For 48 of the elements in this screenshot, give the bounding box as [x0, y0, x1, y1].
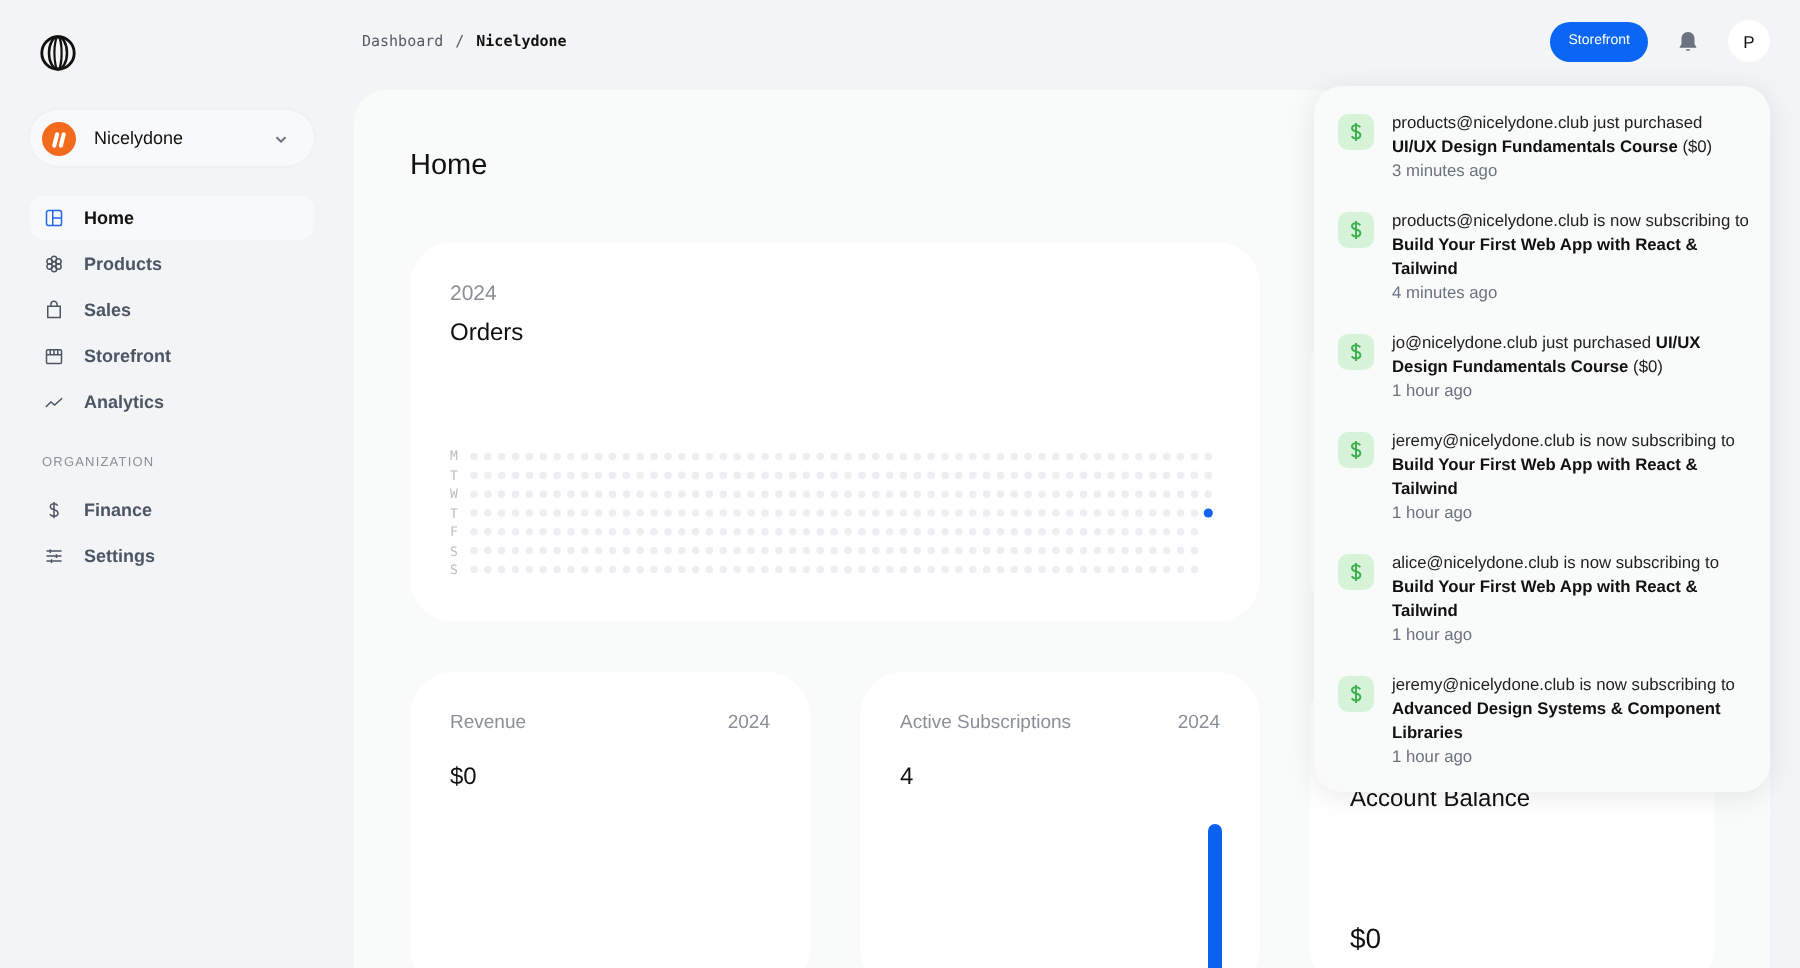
notification-text: jo@nicelydone.club just purchased UI/UX Design Fundamentals Course ($0)	[1392, 330, 1703, 378]
nav-item[interactable]: Products	[30, 242, 314, 286]
card-title: Active Subscriptions	[900, 712, 1072, 734]
nav-item[interactable]: Settings	[30, 534, 314, 578]
bar-drawing	[1208, 824, 1222, 968]
notification-time: 1 hour ago	[1392, 622, 1475, 646]
logo-icon	[40, 34, 76, 72]
notification-text: jeremy@nicelydone.club is now subscribing to Advanced Design Systems & Component Libraries	[1392, 672, 1737, 744]
notification-text: jeremy@nicelydone.club is now subscribing to Build Your First Web App with React & Tailwind	[1392, 428, 1737, 500]
card-year: 2024	[727, 712, 770, 734]
flower-icon	[44, 254, 64, 274]
notification-text: alice@nicelydone.club is now subscribing to Build Your First Web App with React & Tailwind	[1392, 550, 1722, 622]
notification-time: 3 minutes ago	[1392, 158, 1500, 182]
nav-item[interactable]: Analytics	[30, 380, 314, 424]
trend-line-icon	[44, 392, 64, 412]
card-title: Revenue	[450, 712, 527, 734]
bag-icon	[44, 300, 64, 320]
dollar-icon	[1338, 432, 1374, 468]
dollar-icon	[1338, 212, 1374, 248]
card-title: Orders	[450, 318, 526, 346]
nav-item[interactable]: Finance	[30, 488, 314, 532]
notification-time: 1 hour ago	[1392, 378, 1475, 402]
sliders-icon	[44, 546, 64, 566]
dollar-icon	[1338, 334, 1374, 370]
page-title: Home	[410, 150, 488, 182]
dollar-icon	[1338, 554, 1374, 590]
notification-time: 4 minutes ago	[1392, 280, 1500, 304]
layout-icon	[44, 208, 64, 228]
nav-item[interactable]: Storefront	[30, 334, 314, 378]
bell-icon[interactable]	[1676, 29, 1700, 53]
card-year: 2024	[450, 282, 499, 306]
store-icon	[44, 346, 64, 366]
notification-time: 1 hour ago	[1392, 744, 1475, 768]
card-value: 4	[900, 762, 916, 790]
card-value: $0	[1350, 922, 1384, 954]
nav-item[interactable]: Sales	[30, 288, 314, 332]
dollar-icon	[1338, 114, 1374, 150]
dollar-icon	[44, 500, 64, 520]
workspace-selector[interactable]: Nicelydone	[30, 110, 314, 166]
notification-time: 1 hour ago	[1392, 500, 1475, 524]
card-year: 2024	[1177, 712, 1220, 734]
dollar-icon	[1338, 676, 1374, 712]
workspace-logo-icon	[42, 121, 76, 155]
avatar-button[interactable]: P	[1728, 20, 1770, 62]
notification-text: products@nicelydone.club just purchased UI/UX Design Fundamentals Course ($0)	[1392, 110, 1715, 158]
nav-item[interactable]: Home	[30, 196, 314, 240]
card-value: $0	[450, 762, 479, 790]
notification-text: products@nicelydone.club is now subscribing to Build Your First Web App with React & Tailwind	[1392, 208, 1750, 280]
